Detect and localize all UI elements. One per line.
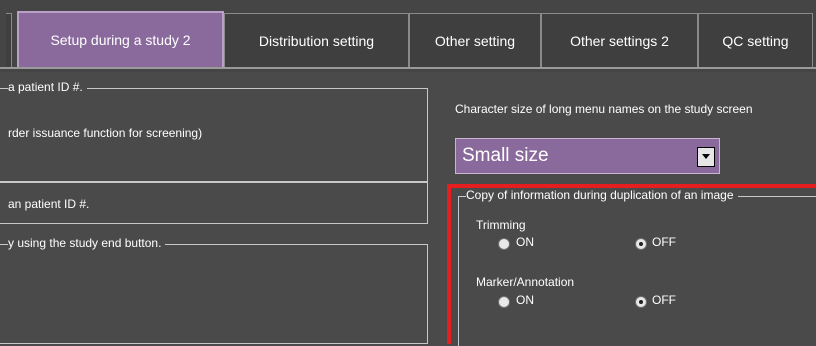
- copy-info-group-label: Copy of information during duplication o…: [466, 188, 738, 202]
- tab-divider: [0, 67, 816, 69]
- trimming-label: Trimming: [476, 218, 526, 232]
- trimming-on-radio[interactable]: [498, 238, 510, 250]
- patient-id-group-label: a patient ID #.: [8, 80, 87, 94]
- char-size-value: Small size: [462, 145, 549, 166]
- tab-label: Other settings 2: [570, 32, 669, 49]
- tab-label: Other setting: [434, 32, 516, 49]
- tab-other-settings-2[interactable]: Other settings 2: [541, 13, 698, 67]
- char-size-label: Character size of long menu names on the…: [455, 102, 753, 116]
- tab-edge: [6, 13, 12, 67]
- trimming-off-label: OFF: [652, 235, 676, 249]
- patient-id-text-2: an patient ID #.: [8, 197, 90, 211]
- tab-distribution-setting[interactable]: Distribution setting: [224, 13, 409, 67]
- study-end-group-label: y using the study end button.: [8, 236, 166, 250]
- tab-label: QC setting: [722, 32, 789, 49]
- trimming-off-radio[interactable]: [635, 238, 647, 250]
- chevron-down-icon[interactable]: [697, 147, 715, 167]
- tab-qc-setting[interactable]: QC setting: [698, 13, 813, 67]
- marker-off-label: OFF: [652, 293, 676, 307]
- marker-off-radio[interactable]: [635, 296, 647, 308]
- tab-label: Distribution setting: [258, 32, 375, 49]
- marker-label: Marker/Annotation: [476, 275, 575, 289]
- screening-order-text: rder issuance function for screening): [8, 126, 203, 140]
- char-size-dropdown[interactable]: Small size: [455, 138, 720, 174]
- study-end-group: [0, 244, 428, 344]
- tab-label: Setup during a study 2: [50, 32, 191, 48]
- tab-setup-during-study-2[interactable]: Setup during a study 2: [17, 11, 224, 69]
- trimming-on-label: ON: [516, 235, 534, 249]
- tab-other-setting[interactable]: Other setting: [409, 13, 541, 67]
- marker-on-label: ON: [516, 293, 534, 307]
- marker-on-radio[interactable]: [498, 296, 510, 308]
